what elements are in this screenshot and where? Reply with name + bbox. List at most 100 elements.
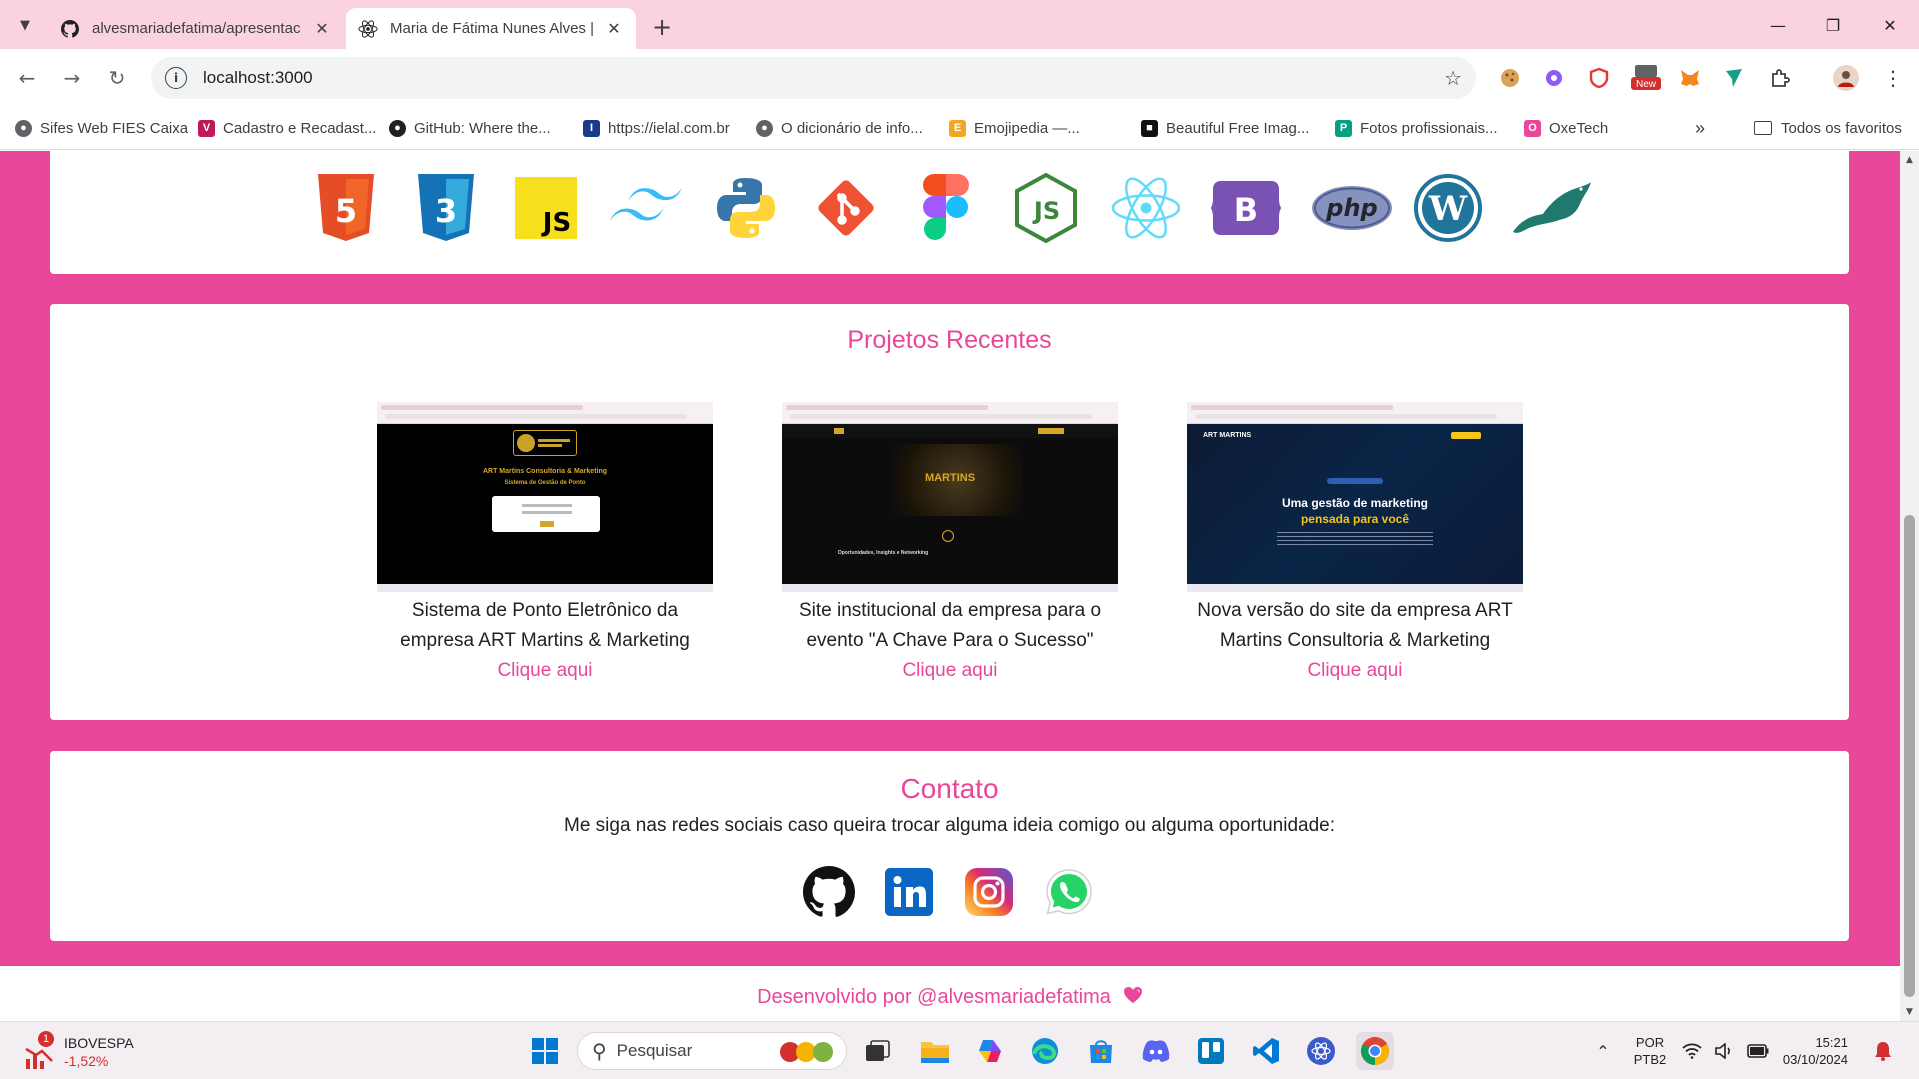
- project-link[interactable]: Clique aqui: [1187, 656, 1523, 686]
- chrome-icon[interactable]: [1356, 1032, 1394, 1070]
- bookmark-label: https://ielal.com.br: [608, 119, 730, 137]
- bookmark-item[interactable]: ● GitHub: Where the...: [389, 116, 551, 140]
- cookie-icon[interactable]: [1497, 65, 1523, 91]
- emojipedia-icon: E: [949, 119, 966, 137]
- css3-icon: 3: [410, 172, 482, 244]
- vscode-icon[interactable]: [1247, 1032, 1285, 1070]
- scroll-up-icon[interactable]: ▲: [1904, 155, 1915, 165]
- screenshot-logo: [513, 430, 577, 456]
- site-info-icon[interactable]: i: [165, 67, 187, 89]
- all-bookmarks-button[interactable]: Todos os favoritos: [1754, 116, 1902, 140]
- close-icon[interactable]: ✕: [312, 19, 332, 39]
- reload-icon[interactable]: ↻: [101, 62, 133, 94]
- gear-extension-icon[interactable]: [1541, 65, 1567, 91]
- volume-icon[interactable]: [1713, 1032, 1737, 1070]
- project-description-line: Sistema de Ponto Eletrônico da: [411, 600, 679, 621]
- bookmark-item[interactable]: O OxeTech: [1524, 116, 1608, 140]
- taskbar-search[interactable]: ⚲ Pesquisar: [577, 1032, 847, 1070]
- file-explorer-icon[interactable]: [916, 1032, 954, 1070]
- bookmark-item[interactable]: ● Sifes Web FIES Caixa: [15, 116, 188, 140]
- screenshot-subheading: pensada para você: [1300, 512, 1410, 526]
- microsoft-store-icon[interactable]: [1082, 1032, 1120, 1070]
- window-close-icon[interactable]: ✕: [1875, 10, 1905, 40]
- windows-start-icon[interactable]: [526, 1032, 564, 1070]
- bookmark-item[interactable]: ■ Beautiful Free Imag...: [1141, 116, 1309, 140]
- project-description-line: evento "A Chave Para o Sucesso": [806, 630, 1094, 651]
- bookmark-label: O dicionário de info...: [781, 119, 923, 137]
- notification-bell-icon[interactable]: [1868, 1032, 1898, 1070]
- instagram-icon[interactable]: [962, 865, 1016, 919]
- screenshot-heading: MARTINS: [924, 472, 976, 484]
- bookmark-item[interactable]: P Fotos profissionais...: [1335, 116, 1498, 140]
- show-hidden-icons-chevron-icon[interactable]: ⌃: [1584, 1032, 1622, 1070]
- discord-icon[interactable]: [1137, 1032, 1175, 1070]
- stock-widget[interactable]: 1 IBOVESPA -1,52%: [22, 1031, 162, 1071]
- heart-icon: [1123, 986, 1143, 1010]
- screenshot-taskbar: [1187, 584, 1523, 592]
- page-viewport: 5 3 JS JS B php W Projetos Recentes ART …: [0, 151, 1900, 1021]
- menu-kebab-icon[interactable]: ⋮: [1880, 65, 1906, 91]
- shield-icon[interactable]: [1586, 65, 1612, 91]
- profile-avatar[interactable]: [1833, 65, 1859, 91]
- page-scrollbar[interactable]: ▲ ▼: [1900, 151, 1919, 1021]
- screenshot-cta: [1451, 432, 1481, 439]
- battery-icon[interactable]: [1745, 1032, 1771, 1070]
- react-devtools-icon[interactable]: [1302, 1032, 1340, 1070]
- linkedin-icon[interactable]: [882, 865, 936, 919]
- trello-icon[interactable]: [1192, 1032, 1230, 1070]
- bookmarks-overflow-icon[interactable]: »: [1695, 116, 1705, 140]
- clock[interactable]: 15:21 03/10/2024: [1778, 1034, 1848, 1068]
- new-badge-text: New: [1636, 79, 1657, 90]
- url-text[interactable]: localhost:3000: [203, 68, 313, 88]
- react-icon: [358, 19, 378, 39]
- php-icon: php: [1310, 172, 1394, 244]
- copilot-icon[interactable]: [971, 1032, 1009, 1070]
- tab-github[interactable]: alvesmariadefatima/apresentac ✕: [48, 8, 344, 49]
- project-screenshot: MARTINS Oportunidades, Insights e Networ…: [782, 402, 1118, 592]
- input-language[interactable]: POR PTB2: [1628, 1034, 1672, 1068]
- bookmark-label: OxeTech: [1549, 119, 1609, 137]
- project-description-line: Martins Consultoria & Marketing: [1219, 630, 1491, 651]
- tab-portfolio[interactable]: Maria de Fátima Nunes Alves | D ✕: [346, 8, 636, 49]
- back-arrow-icon[interactable]: ←: [11, 62, 43, 94]
- screenshot-browser-chrome: [377, 402, 713, 424]
- new-badge-extension-icon[interactable]: New: [1631, 65, 1661, 91]
- kite-icon[interactable]: [1721, 65, 1747, 91]
- project-link[interactable]: Clique aqui: [377, 656, 713, 686]
- search-highlight-icon: [778, 1038, 838, 1069]
- bookmark-item[interactable]: ● O dicionário de info...: [756, 116, 923, 140]
- metamask-fox-icon[interactable]: [1677, 65, 1703, 91]
- bookmark-item[interactable]: I https://ielal.com.br: [583, 116, 730, 140]
- address-bar[interactable]: i localhost:3000 ☆: [151, 57, 1476, 99]
- close-icon[interactable]: ✕: [604, 19, 624, 39]
- edge-icon[interactable]: [1026, 1032, 1064, 1070]
- screenshot-taskbar: [782, 584, 1118, 592]
- wordpress-icon: W: [1412, 172, 1484, 244]
- task-view-icon[interactable]: [859, 1032, 897, 1070]
- minimize-icon[interactable]: —: [1763, 10, 1793, 40]
- screenshot-subheading: Oportunidades, Insights e Networking: [837, 550, 929, 556]
- restore-icon[interactable]: ❐: [1818, 10, 1848, 40]
- nodejs-icon: JS: [1010, 172, 1082, 244]
- tab-search-dropdown-icon[interactable]: ▼: [12, 12, 38, 38]
- whatsapp-icon[interactable]: [1042, 865, 1096, 919]
- projects-card: Projetos Recentes ART Martins Consultori…: [50, 304, 1849, 720]
- bookmark-star-icon[interactable]: ☆: [1444, 66, 1462, 90]
- wifi-icon[interactable]: [1680, 1032, 1704, 1070]
- forward-arrow-icon[interactable]: →: [56, 62, 88, 94]
- react-icon: [1110, 172, 1182, 244]
- project-screenshot: ART MARTINS Uma gestão de marketing pens…: [1187, 402, 1523, 592]
- svg-text:php: php: [1325, 194, 1377, 222]
- project-description: Site institucional da empresa para o eve…: [782, 596, 1118, 656]
- bookmark-label: Fotos profissionais...: [1360, 119, 1498, 137]
- tab-title: Maria de Fátima Nunes Alves | D: [390, 20, 598, 37]
- project-link[interactable]: Clique aqui: [782, 656, 1118, 686]
- bookmark-item[interactable]: E Emojipedia —...: [949, 116, 1080, 140]
- bookmark-item[interactable]: V Cadastro e Recadast...: [198, 116, 376, 140]
- github-icon[interactable]: [802, 865, 856, 919]
- scroll-down-icon[interactable]: ▼: [1904, 1007, 1915, 1017]
- scrollbar-thumb[interactable]: [1904, 515, 1915, 997]
- figma-icon: [910, 172, 982, 244]
- puzzle-icon[interactable]: [1767, 65, 1793, 91]
- new-tab-icon[interactable]: +: [648, 13, 676, 41]
